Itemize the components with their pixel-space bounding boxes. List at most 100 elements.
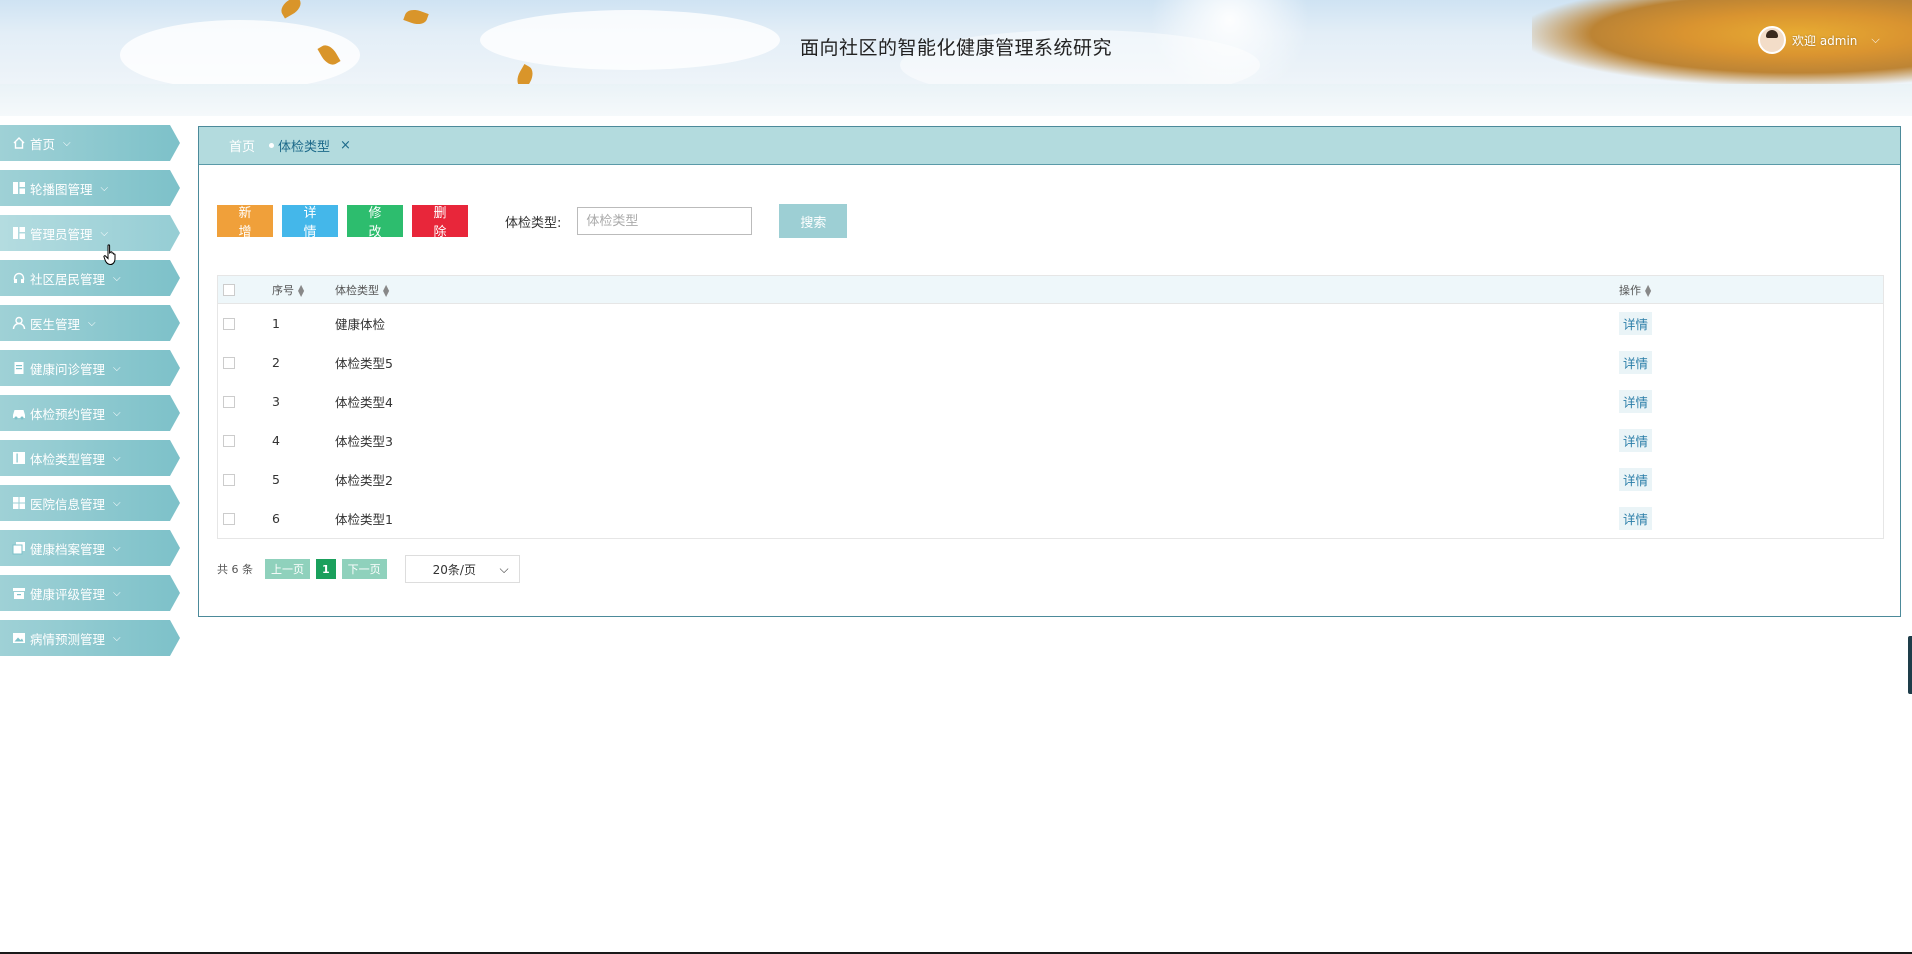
cell-type: 体检类型2 xyxy=(335,473,393,488)
page-number-button[interactable]: 1 xyxy=(316,559,336,579)
chevron-down-icon: ⌵ xyxy=(100,227,109,239)
sidebar-item-rating[interactable]: 健康评级管理 ⌵ xyxy=(0,575,180,611)
row-detail-link[interactable]: 详情 xyxy=(1619,312,1653,335)
row-detail-link[interactable]: 详情 xyxy=(1619,390,1653,413)
leaf-decoration xyxy=(403,6,429,28)
toolbar: 新增 详情 修改 删除 体检类型: 搜索 xyxy=(217,204,848,239)
leaf-decoration xyxy=(277,0,305,19)
column-header-type[interactable]: 体检类型 ▲ ▼ xyxy=(335,282,1619,298)
copy-icon xyxy=(12,541,26,555)
tab-label: 体检类型 xyxy=(278,140,331,155)
sidebar-item-prediction[interactable]: 病情预测管理 ⌵ xyxy=(0,620,180,656)
column-header-op[interactable]: 操作 ▲ ▼ xyxy=(1619,282,1883,298)
cell-type: 体检类型4 xyxy=(335,395,393,410)
sidebar-item-records[interactable]: 健康档案管理 ⌵ xyxy=(0,530,180,566)
row-detail-link[interactable]: 详情 xyxy=(1619,351,1653,374)
sidebar-item-label: 健康档案管理 xyxy=(30,541,106,557)
sidebar-item-label: 健康问诊管理 xyxy=(30,361,106,377)
page-size-value: 20条/页 xyxy=(432,562,476,577)
close-icon[interactable]: × xyxy=(340,138,351,153)
prev-page-button[interactable]: 上一页 xyxy=(265,559,310,579)
detail-button[interactable]: 详情 xyxy=(282,205,338,239)
chevron-down-icon: ⌵ xyxy=(113,452,121,464)
archive-icon xyxy=(12,586,26,600)
sidebar-item-doctors[interactable]: 医生管理 ⌵ xyxy=(0,305,180,341)
sidebar-item-carousel[interactable]: 轮播图管理 ⌵ xyxy=(0,170,180,206)
chevron-down-icon: ⌵ xyxy=(113,362,121,374)
sidebar-item-label: 首页 xyxy=(30,136,56,152)
table-row: 3 体检类型4 详情 xyxy=(218,382,1883,421)
row-checkbox[interactable] xyxy=(223,356,235,369)
hand-cursor-icon xyxy=(103,244,116,266)
scrollbar-handle[interactable] xyxy=(1908,636,1912,694)
cell-seq: 5 xyxy=(272,472,280,487)
chevron-down-icon: ⌵ xyxy=(499,561,509,576)
chevron-down-icon: ⌵ xyxy=(88,317,96,329)
cell-type: 体检类型5 xyxy=(335,356,393,371)
sidebar-item-label: 体检预约管理 xyxy=(30,406,106,422)
sidebar-item-label: 管理员管理 xyxy=(30,226,93,242)
next-page-button[interactable]: 下一页 xyxy=(341,559,387,579)
main-panel: 首页 体检类型 × 新增 详情 修改 删除 体检类型: 搜索 序号▲▼ 体检类型… xyxy=(198,126,1901,617)
dashboard-icon xyxy=(12,226,26,240)
edit-button[interactable]: 修改 xyxy=(347,205,403,239)
chevron-down-icon: ⌵ xyxy=(100,182,109,194)
search-button[interactable]: 搜索 xyxy=(779,204,848,238)
column-header-seq[interactable]: 序号 ▲ ▼ xyxy=(272,282,335,298)
cell-seq: 4 xyxy=(272,433,280,448)
sort-icon[interactable]: ▲ ▼ xyxy=(383,283,389,297)
row-checkbox[interactable] xyxy=(223,512,235,525)
tab-home[interactable]: 首页 xyxy=(229,136,255,155)
row-checkbox[interactable] xyxy=(223,317,235,330)
pagination: 共 6 条 上一页 1 下一页 20条/页 ⌵ xyxy=(217,555,520,583)
sidebar-item-home[interactable]: 首页 ⌵ xyxy=(0,125,180,161)
headset-icon xyxy=(12,271,26,285)
row-checkbox[interactable] xyxy=(223,473,235,486)
sidebar-item-label: 轮播图管理 xyxy=(30,181,93,197)
delete-button[interactable]: 删除 xyxy=(412,205,468,239)
row-detail-link[interactable]: 详情 xyxy=(1619,507,1653,530)
cell-type: 健康体检 xyxy=(335,317,386,332)
row-detail-link[interactable]: 详情 xyxy=(1619,468,1653,491)
table-row: 4 体检类型3 详情 xyxy=(218,421,1883,460)
sidebar-item-consult[interactable]: 健康问诊管理 ⌵ xyxy=(0,350,180,386)
sidebar-item-label: 体检类型管理 xyxy=(30,451,106,467)
search-input[interactable] xyxy=(577,207,753,235)
sidebar-item-admin[interactable]: 管理员管理 ⌵ xyxy=(0,215,180,251)
tab-bar: 首页 体检类型 × xyxy=(199,127,1900,165)
page-title: 面向社区的智能化健康管理系统研究 xyxy=(799,37,1112,59)
sort-icon[interactable]: ▲ ▼ xyxy=(298,283,304,297)
select-all-checkbox[interactable] xyxy=(223,283,235,296)
row-checkbox[interactable] xyxy=(223,395,235,408)
sort-icon[interactable]: ▲ ▼ xyxy=(1645,283,1651,297)
layout-icon xyxy=(12,451,26,465)
chevron-down-icon: ⌵ xyxy=(63,137,71,149)
grid-icon xyxy=(12,496,26,510)
home-icon xyxy=(12,136,26,150)
table-row: 5 体检类型2 详情 xyxy=(218,460,1883,499)
sidebar-item-residents[interactable]: 社区居民管理 ⌵ xyxy=(0,260,180,296)
tab-exam-type[interactable]: 体检类型 × xyxy=(269,136,351,155)
chevron-down-icon: ⌵ xyxy=(113,632,121,644)
welcome-text: 欢迎 admin xyxy=(1792,33,1858,48)
page-size-select[interactable]: 20条/页 ⌵ xyxy=(404,555,520,583)
sidebar-item-label: 医院信息管理 xyxy=(30,496,106,512)
sub-banner xyxy=(0,84,1912,116)
chevron-down-icon: ⌵ xyxy=(1871,33,1880,46)
sidebar-item-label: 医生管理 xyxy=(30,316,81,332)
table-row: 1 健康体检 详情 xyxy=(218,304,1883,343)
avatar xyxy=(1758,26,1786,54)
cell-seq: 1 xyxy=(272,316,280,331)
row-checkbox[interactable] xyxy=(223,434,235,447)
sidebar-item-appointment[interactable]: 体检预约管理 ⌵ xyxy=(0,395,180,431)
sidebar-item-exam-type[interactable]: 体检类型管理 ⌵ xyxy=(0,440,180,476)
image-icon xyxy=(12,631,26,645)
add-button[interactable]: 新增 xyxy=(217,205,273,239)
row-detail-link[interactable]: 详情 xyxy=(1619,429,1653,452)
sidebar-item-hospital[interactable]: 医院信息管理 ⌵ xyxy=(0,485,180,521)
data-table: 序号 ▲ ▼ 体检类型 ▲ ▼ 操作 ▲ ▼ 1 健康体检 详情 2 体检类型5 详情 3 … xyxy=(217,275,1884,539)
table-row: 6 体检类型1 详情 xyxy=(218,499,1883,538)
sidebar-item-label: 健康评级管理 xyxy=(30,586,106,602)
car-icon xyxy=(12,406,26,420)
user-menu[interactable]: 欢迎 admin ⌵ xyxy=(1758,26,1880,54)
